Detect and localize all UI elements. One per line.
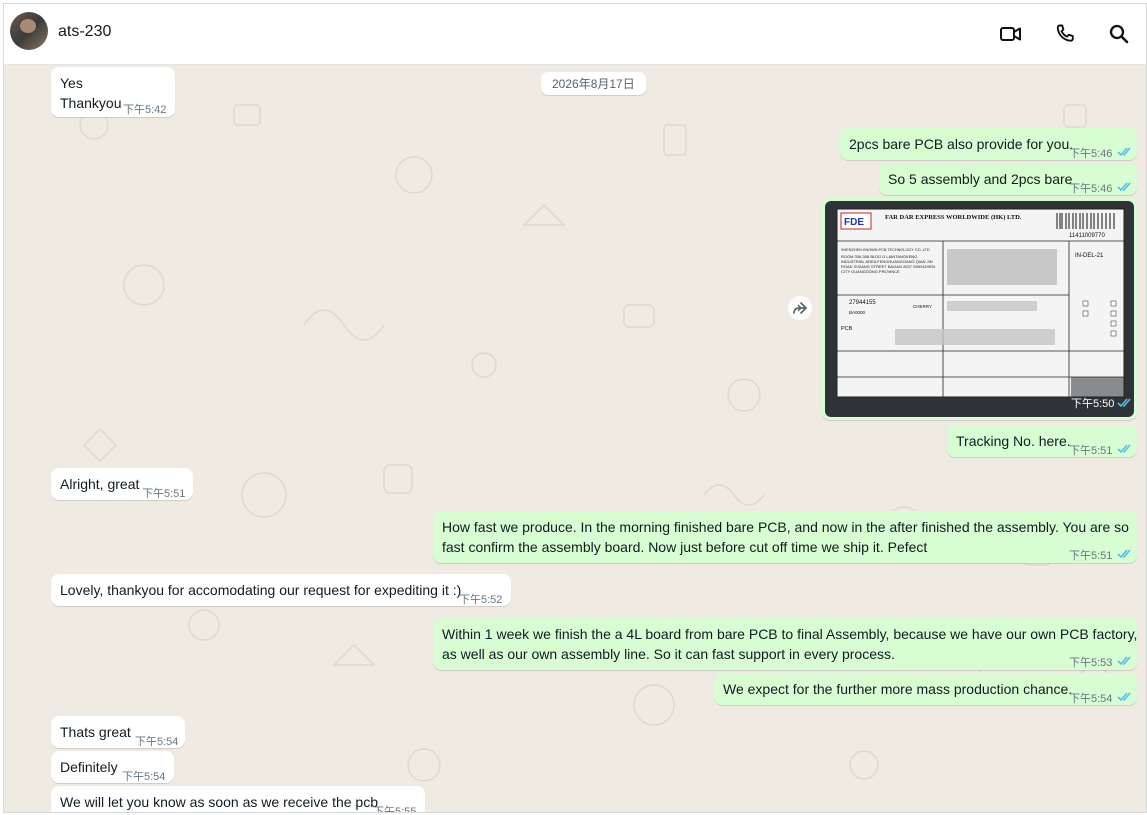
label-shipper: SHENZHEN KNOWN PCB TECHNOLOGY CO.,LTD [841, 248, 930, 252]
message-bubble-outgoing[interactable]: Tracking No. here. 下午5:51 [947, 425, 1137, 457]
message-bubble-incoming[interactable]: Thats great 下午5:54 [51, 716, 185, 748]
chat-header: ats-230 [4, 4, 1146, 65]
message-bubble-outgoing[interactable]: How fast we produce. In the morning fini… [433, 511, 1137, 563]
message-bubble-incoming[interactable]: We will let you know as soon as we recei… [51, 786, 425, 813]
label-content: PCB [841, 326, 853, 332]
message-text: Within 1 week we finish the a 4L board f… [442, 626, 1138, 642]
image-message[interactable]: FDE FAR DAR EXPRESS WORLDWIDE (HK) LTD. … [822, 198, 1137, 420]
avatar[interactable] [10, 12, 48, 50]
message-text: Definitely [60, 759, 118, 775]
message-list[interactable]: 2026年8月17日 Yes Thankyou 下午5:42 2pcs bare… [4, 65, 1146, 812]
label-account: 27944155 [849, 300, 876, 306]
message-time: 下午5:51 [1069, 550, 1113, 562]
message-time: 下午5:51 [1069, 445, 1113, 457]
video-call-icon[interactable] [999, 22, 1023, 46]
voice-call-icon[interactable] [1053, 22, 1077, 46]
message-time: 下午5:51 [142, 488, 186, 500]
message-text: We will let you know as soon as we recei… [60, 794, 379, 810]
message-text: We expect for the further more mass prod… [723, 681, 1073, 697]
read-receipt-icon [1117, 549, 1131, 559]
contact-name[interactable]: ats-230 [58, 23, 111, 41]
read-receipt-icon [1117, 444, 1131, 454]
label-company: FAR DAR EXPRESS WORLDWIDE (HK) LTD. [885, 214, 1022, 221]
message-bubble-incoming[interactable]: Yes Thankyou 下午5:42 [51, 67, 175, 117]
forward-icon [793, 302, 808, 314]
read-receipt-icon [1117, 147, 1131, 157]
message-time: 下午5:55 [373, 806, 417, 813]
message-time: 下午5:46 [1069, 183, 1113, 195]
message-text: Alright, great [60, 476, 140, 492]
label-code: BA0000 [849, 310, 866, 315]
label-contact: CHERRY [913, 304, 932, 309]
date-divider: 2026年8月17日 [541, 72, 646, 95]
message-time: 下午5:42 [123, 104, 167, 116]
message-text: So 5 assembly and 2pcs bare [888, 171, 1073, 187]
read-receipt-icon [1117, 398, 1131, 408]
label-destination: IN-DEL-21 [1075, 253, 1104, 259]
message-time: 下午5:54 [122, 771, 166, 783]
message-text: Yes [60, 75, 83, 91]
message-text: How fast we produce. In the morning fini… [442, 519, 1129, 535]
label-address: ROOM 306-308 BLDG D LIANTANGKENG INDUSTR… [841, 254, 935, 274]
message-text: fast confirm the assembly board. Now jus… [442, 539, 928, 555]
chat-window: ats-230 2026年8月17日 Yes Thankyou 下午5:42 2… [3, 3, 1147, 813]
message-bubble-outgoing[interactable]: We expect for the further more mass prod… [714, 673, 1137, 705]
read-receipt-icon [1117, 692, 1131, 702]
message-time: 下午5:54 [1069, 693, 1113, 705]
search-icon[interactable] [1107, 22, 1131, 46]
message-bubble-outgoing[interactable]: Within 1 week we finish the a 4L board f… [433, 618, 1137, 670]
label-logo: FDE [844, 217, 864, 228]
label-tracking: 11411009770 [1069, 233, 1105, 239]
message-time: 下午5:46 [1069, 148, 1113, 160]
message-text: 2pcs bare PCB also provide for you. [849, 136, 1074, 152]
message-text: Thats great [60, 724, 131, 740]
read-receipt-icon [1117, 656, 1131, 666]
message-bubble-outgoing[interactable]: So 5 assembly and 2pcs bare 下午5:46 [879, 163, 1137, 195]
message-text: as well as our own assembly line. So it … [442, 646, 895, 662]
message-time: 下午5:50 [1071, 398, 1115, 410]
read-receipt-icon [1117, 182, 1131, 192]
message-time: 下午5:52 [459, 594, 503, 606]
message-bubble-incoming[interactable]: Definitely 下午5:54 [51, 751, 174, 783]
message-text: Lovely, thankyou for accomodating our re… [60, 582, 462, 598]
message-bubble-incoming[interactable]: Alright, great 下午5:51 [51, 468, 193, 500]
message-bubble-outgoing[interactable]: 2pcs bare PCB also provide for you. 下午5:… [840, 128, 1137, 160]
message-time: 下午5:53 [1069, 657, 1113, 669]
shipping-label-image[interactable]: FDE FAR DAR EXPRESS WORLDWIDE (HK) LTD. … [825, 201, 1134, 417]
message-text: Tracking No. here. [956, 433, 1071, 449]
shipping-label: FDE FAR DAR EXPRESS WORLDWIDE (HK) LTD. … [836, 208, 1125, 398]
message-bubble-incoming[interactable]: Lovely, thankyou for accomodating our re… [51, 574, 511, 606]
forward-button[interactable] [788, 296, 812, 320]
message-time: 下午5:54 [135, 736, 179, 748]
